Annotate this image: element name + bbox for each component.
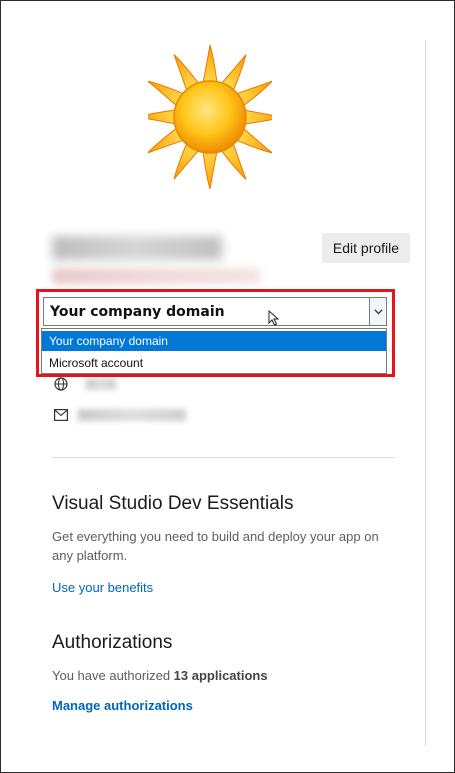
edit-profile-button[interactable]: Edit profile [322,233,410,263]
authorizations-count: 13 applications [173,668,268,683]
dev-essentials-description: Get everything you need to build and dep… [52,529,379,563]
authorizations-prefix: You have authorized [52,668,174,683]
user-subtitle-redacted [52,268,260,284]
avatar [148,44,272,190]
panel-divider [425,40,426,746]
globe-icon [54,377,68,391]
authorizations-heading: Authorizations [52,632,173,653]
use-benefits-link[interactable]: Use your benefits [52,580,153,595]
highlight-box [36,289,395,377]
dev-essentials-heading: Visual Studio Dev Essentials [52,493,294,514]
user-name-redacted [52,236,222,260]
manage-authorizations-link[interactable]: Manage authorizations [52,698,193,713]
authorizations-summary: You have authorized 13 applications [52,668,268,683]
mail-icon [54,409,68,421]
email-redacted [78,409,186,421]
section-divider [52,457,394,458]
location-redacted [86,378,116,390]
